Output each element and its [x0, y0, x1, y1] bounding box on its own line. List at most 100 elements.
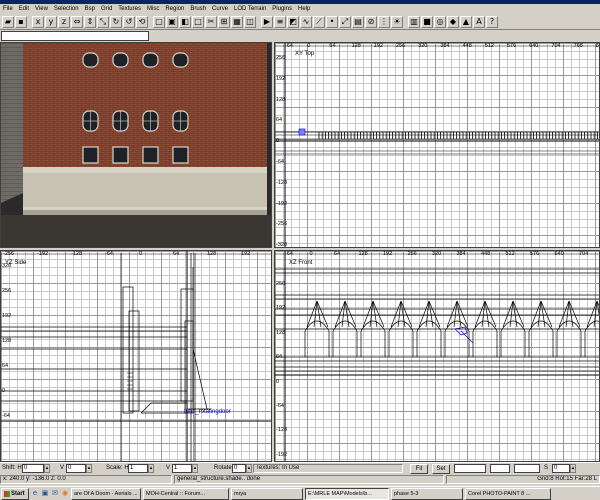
- menu-file[interactable]: File: [3, 4, 13, 14]
- rotate-y-icon[interactable]: ↺: [123, 15, 135, 28]
- ruler-h-label: 256: [396, 43, 406, 49]
- flip-x-icon[interactable]: ⇔: [71, 15, 83, 28]
- z-axis-icon[interactable]: z: [58, 15, 70, 28]
- a-icon[interactable]: A: [473, 15, 485, 28]
- menu-edit[interactable]: Edit: [19, 4, 29, 14]
- cubic-clip-icon[interactable]: ◫: [244, 15, 256, 28]
- ruler-v-label: -64: [276, 403, 284, 409]
- menu-textures[interactable]: Textures: [118, 4, 141, 14]
- rotate-field[interactable]: 0: [232, 464, 246, 473]
- rotate-z-icon[interactable]: ⟲: [136, 15, 148, 28]
- menu-lod-terrain[interactable]: LOD Terrain: [234, 4, 266, 14]
- change-view-icon[interactable]: ⊞: [218, 15, 230, 28]
- main-toolbar: ▰ ▪ x y z ⇔ ⇕ ⤡ ↻ ↺ ⟲ ▢ ▣ ◧ □ ✂ ⊞ ▦ ◫ ▶ ≡ ◩ ∿ ⟋ • ⤢ ▤ ⊘ ⋮ ☀ ▥ ■ ◎ ◆ ▲ A?: [0, 14, 600, 30]
- entity-list-icon[interactable]: ≡: [274, 15, 286, 28]
- menu-plugins[interactable]: Plugins: [272, 4, 292, 14]
- ruler-v-label: -192: [276, 451, 288, 458]
- texture-param-field-2[interactable]: [490, 464, 510, 473]
- scale-v-label: V: [166, 465, 171, 471]
- menu-selection[interactable]: Selection: [54, 4, 79, 14]
- yz-side-view[interactable]: YZ Side func_rotatingdoor -256 -192 -128 -6…: [0, 250, 272, 462]
- csg-merge-icon[interactable]: ◧: [179, 15, 191, 28]
- select-icon[interactable]: ▢: [153, 15, 165, 28]
- ruler-v-label: 0: [2, 388, 6, 394]
- s-spinner[interactable]: ▴: [570, 464, 576, 473]
- task-mrya[interactable]: mrya: [231, 487, 303, 500]
- s-field[interactable]: 0: [552, 464, 570, 473]
- desktop-icon[interactable]: ▣: [41, 489, 49, 498]
- ruler-h-label: 640: [554, 251, 564, 257]
- scale-v-field[interactable]: 1: [172, 464, 192, 473]
- csg-subtract-icon[interactable]: ▣: [166, 15, 178, 28]
- camera-movement-icon[interactable]: ▶: [261, 15, 273, 28]
- x-axis-icon[interactable]: x: [32, 15, 44, 28]
- help-icon[interactable]: ?: [486, 15, 498, 28]
- shift-v-field[interactable]: 0: [66, 464, 86, 473]
- menu-curve[interactable]: Curve: [212, 4, 228, 14]
- drag-edge-icon[interactable]: ⟋: [313, 15, 325, 28]
- media-player-icon[interactable]: ◉: [61, 489, 69, 498]
- task-phase[interactable]: phase 5-3: [391, 487, 463, 500]
- task-corel-photo-paint[interactable]: Corel PHOTO-PAINT 8 ...: [465, 487, 551, 500]
- textures-in-use-panel: Textures: In Use: [253, 464, 403, 473]
- xy-top-view[interactable]: XY Top -64 0 64 128 192 256 320 384 448 512 576 640…: [274, 42, 600, 248]
- menu-grid[interactable]: Grid: [101, 4, 112, 14]
- task-moh-central[interactable]: MOH-Central :: Forum...: [143, 487, 229, 500]
- open-icon[interactable]: ▰: [2, 15, 14, 28]
- scale-v-spinner[interactable]: ▴: [192, 464, 198, 473]
- patch-icon[interactable]: ▤: [352, 15, 364, 28]
- internet-explorer-icon[interactable]: e: [31, 489, 39, 498]
- task-aerials[interactable]: are Of A Doom - Aerials ...: [71, 487, 141, 500]
- menu-region[interactable]: Region: [165, 4, 184, 14]
- clipper-icon[interactable]: ✂: [205, 15, 217, 28]
- scale-icon[interactable]: ⤢: [339, 15, 351, 28]
- scale-h-spinner[interactable]: ▴: [148, 464, 154, 473]
- shift-h-field[interactable]: 0: [22, 464, 44, 473]
- shift-h-spinner[interactable]: ▴: [44, 464, 50, 473]
- brush-icon[interactable]: ■: [421, 15, 433, 28]
- menu-brush[interactable]: Brush: [190, 4, 206, 14]
- texture-name-input[interactable]: [1, 31, 149, 41]
- set-button[interactable]: Set: [432, 464, 450, 474]
- ruler-h-label: 64: [329, 43, 336, 49]
- ruler-v-label: 256: [2, 288, 12, 294]
- rotate-spinner[interactable]: ▴: [246, 464, 252, 473]
- rotate-x-icon[interactable]: ↻: [110, 15, 122, 28]
- camera-view[interactable]: [0, 42, 272, 248]
- outlook-icon[interactable]: ✉: [51, 489, 59, 498]
- camera-icon[interactable]: ◎: [434, 15, 446, 28]
- toolbar-separator: [149, 16, 152, 28]
- lod-icon[interactable]: ◆: [447, 15, 459, 28]
- texture-view-icon[interactable]: ▦: [231, 15, 243, 28]
- start-button[interactable]: Start: [1, 487, 29, 500]
- ruler-h-label: 256: [407, 251, 417, 257]
- drag-vertex-icon[interactable]: •: [326, 15, 338, 28]
- patch-tess-icon[interactable]: ▥: [408, 15, 420, 28]
- menu-view[interactable]: View: [35, 4, 48, 14]
- menu-help[interactable]: Help: [298, 4, 310, 14]
- curve-icon[interactable]: ∿: [300, 15, 312, 28]
- show-patches-icon[interactable]: ◩: [287, 15, 299, 28]
- ruler-h-label: 0: [309, 251, 313, 257]
- flip-y-icon[interactable]: ⇕: [84, 15, 96, 28]
- redisperse-icon[interactable]: ⋮: [378, 15, 390, 28]
- scale-h-field[interactable]: 1: [128, 464, 148, 473]
- ruler-h-label: 704: [551, 43, 561, 49]
- flip-z-icon[interactable]: ⤡: [97, 15, 109, 28]
- xz-front-view[interactable]: XZ Front -64 0 64 128 192 256 320 384 448 512 576 6…: [274, 250, 600, 462]
- invert-curve-icon[interactable]: ⊘: [365, 15, 377, 28]
- shift-v-spinner[interactable]: ▴: [86, 464, 92, 473]
- texture-param-field-1[interactable]: [454, 464, 486, 473]
- menu-misc[interactable]: Misc: [147, 4, 159, 14]
- menu-bsp[interactable]: Bsp: [85, 4, 95, 14]
- terrain-icon[interactable]: ▲: [460, 15, 472, 28]
- toolbar-separator: [257, 16, 260, 28]
- texture-param-field-3[interactable]: [514, 464, 540, 473]
- hollow-icon[interactable]: □: [192, 15, 204, 28]
- save-icon[interactable]: ▪: [15, 15, 27, 28]
- ruler-v-label: 192: [276, 75, 286, 82]
- fit-button[interactable]: Fit: [410, 464, 428, 474]
- task-map-folder[interactable]: E:\MRLE MAP\Models\b...: [305, 487, 389, 500]
- y-axis-icon[interactable]: y: [45, 15, 57, 28]
- light-icon[interactable]: ☀: [391, 15, 403, 28]
